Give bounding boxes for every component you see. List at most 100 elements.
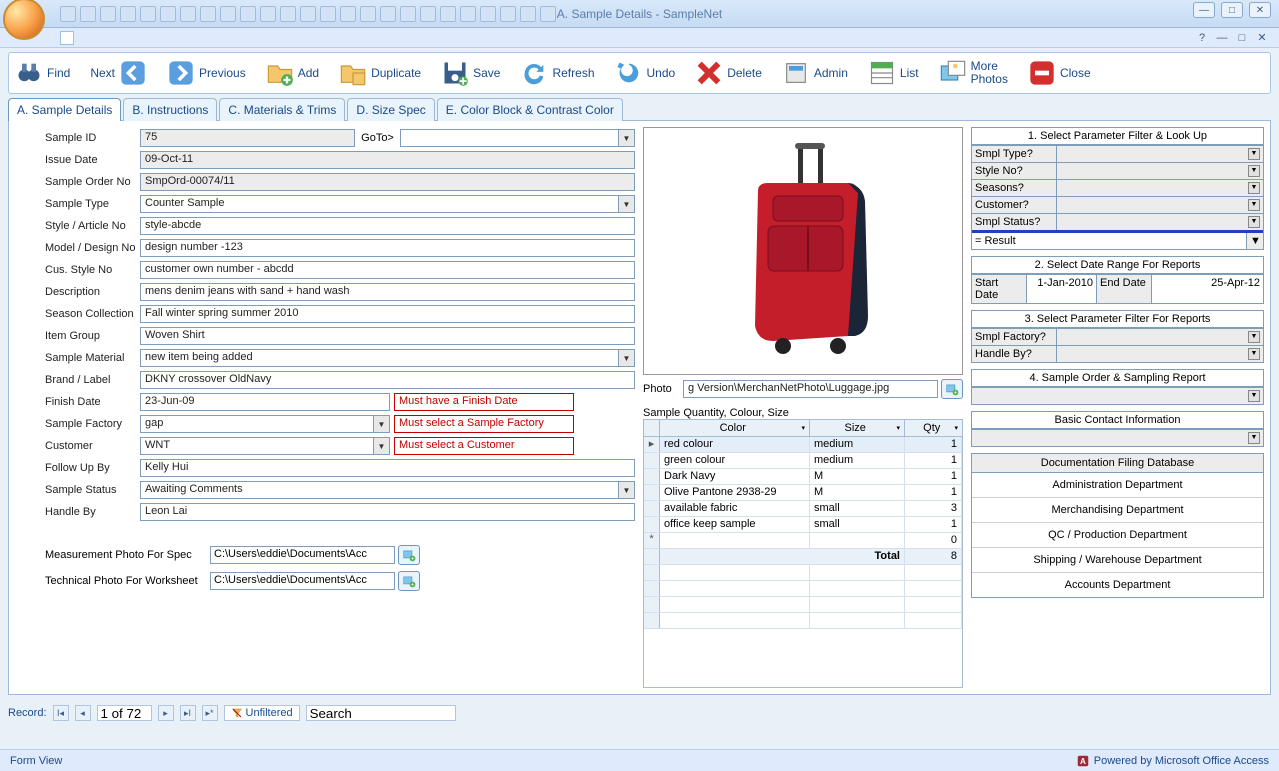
sample-material-input[interactable]: new item being added	[140, 349, 619, 367]
chevron-down-icon[interactable]: ▼	[1248, 432, 1260, 444]
undo-button[interactable]: Undo	[615, 59, 676, 87]
goto-dropdown-arrow[interactable]: ▼	[619, 129, 635, 147]
qat-icon[interactable]	[440, 6, 456, 22]
table-row-new[interactable]: *0	[644, 533, 962, 549]
qat-icon[interactable]	[180, 6, 196, 22]
customer-dropdown-arrow[interactable]: ▼	[374, 437, 390, 455]
customer-input[interactable]: WNT	[140, 437, 374, 455]
sample-order-no-input[interactable]: SmpOrd-00074/11	[140, 173, 635, 191]
qat-icon[interactable]	[120, 6, 136, 22]
item-group-input[interactable]: Woven Shirt	[140, 327, 635, 345]
result-select[interactable]: = Result	[972, 233, 1247, 249]
meas-photo-input[interactable]: C:\Users\eddie\Documents\Acc	[210, 546, 395, 564]
close-ribbon-icon[interactable]: ✕	[1255, 31, 1269, 45]
tech-photo-browse-button[interactable]	[398, 571, 420, 591]
customer-filter-select[interactable]: ▼	[1057, 197, 1263, 213]
brand-input[interactable]: DKNY crossover OldNavy	[140, 371, 635, 389]
doc-icon[interactable]	[60, 31, 74, 45]
chevron-down-icon[interactable]: ▼	[1248, 165, 1260, 177]
more-photos-button[interactable]: MorePhotos	[939, 59, 1008, 87]
qat-icon[interactable]	[500, 6, 516, 22]
model-design-input[interactable]: design number -123	[140, 239, 635, 257]
nav-last-button[interactable]: ▸I	[180, 705, 196, 721]
grid-corner[interactable]	[644, 420, 660, 436]
seasons-select[interactable]: ▼	[1057, 180, 1263, 196]
qat-icon[interactable]	[300, 6, 316, 22]
chevron-down-icon[interactable]: ▼	[1248, 199, 1260, 211]
chevron-down-icon[interactable]: ▼	[1248, 331, 1260, 343]
nav-new-button[interactable]: ▸*	[202, 705, 218, 721]
delete-button[interactable]: Delete	[695, 59, 762, 87]
qat-icon[interactable]	[260, 6, 276, 22]
qat-icon[interactable]	[140, 6, 156, 22]
table-row[interactable]: Olive Pantone 2938-29M1	[644, 485, 962, 501]
qat-icon[interactable]	[100, 6, 116, 22]
chevron-down-icon[interactable]: ▼	[1248, 216, 1260, 228]
refresh-button[interactable]: Refresh	[520, 59, 594, 87]
nav-next-button[interactable]: ▸	[158, 705, 174, 721]
qat-icon[interactable]	[360, 6, 376, 22]
finish-date-input[interactable]: 23-Jun-09	[140, 393, 390, 411]
chevron-down-icon[interactable]: ▼	[1248, 348, 1260, 360]
qat-icon[interactable]	[280, 6, 296, 22]
qat-icon[interactable]	[160, 6, 176, 22]
sample-status-input[interactable]: Awaiting Comments	[140, 481, 619, 499]
handle-by-input[interactable]: Leon Lai	[140, 503, 635, 521]
sample-type-dropdown-arrow[interactable]: ▼	[619, 195, 635, 213]
cus-style-input[interactable]: customer own number - abcdd	[140, 261, 635, 279]
search-input[interactable]	[306, 705, 456, 721]
save-button[interactable]: Save	[441, 59, 500, 87]
nav-first-button[interactable]: I◂	[53, 705, 69, 721]
doc-accounts-link[interactable]: Accounts Department	[972, 573, 1263, 597]
close-toolbar-button[interactable]: Close	[1028, 59, 1091, 87]
col-size-header[interactable]: Size▾	[810, 420, 905, 436]
table-row[interactable]: ▸red colourmedium1	[644, 437, 962, 453]
goto-input[interactable]	[400, 129, 619, 147]
qat-icon[interactable]	[380, 6, 396, 22]
maximize-button[interactable]: □	[1221, 2, 1243, 18]
handle-by-filter-select[interactable]: ▼	[1057, 346, 1263, 362]
col-color-header[interactable]: Color▾	[660, 420, 810, 436]
smpl-type-select[interactable]: ▼	[1057, 146, 1263, 162]
smpl-status-select[interactable]: ▼	[1057, 214, 1263, 230]
style-no-select[interactable]: ▼	[1057, 163, 1263, 179]
table-row[interactable]: Dark NavyM1	[644, 469, 962, 485]
sample-status-dropdown-arrow[interactable]: ▼	[619, 481, 635, 499]
qat-icon[interactable]	[320, 6, 336, 22]
qat-icon[interactable]	[480, 6, 496, 22]
qat-icon[interactable]	[240, 6, 256, 22]
sample-type-input[interactable]: Counter Sample	[140, 195, 619, 213]
min-ribbon-icon[interactable]: —	[1215, 31, 1229, 45]
tech-photo-input[interactable]: C:\Users\eddie\Documents\Acc	[210, 572, 395, 590]
qat-icon[interactable]	[80, 6, 96, 22]
admin-button[interactable]: Admin	[782, 59, 848, 87]
qat-icon[interactable]	[400, 6, 416, 22]
qat-icon[interactable]	[60, 6, 76, 22]
end-date-input[interactable]: 25-Apr-12	[1152, 275, 1263, 303]
season-input[interactable]: Fall winter spring summer 2010	[140, 305, 635, 323]
style-no-input[interactable]: style-abcde	[140, 217, 635, 235]
tab-size-spec[interactable]: D. Size Spec	[347, 98, 434, 121]
minimize-button[interactable]: —	[1193, 2, 1215, 18]
photo-browse-button[interactable]	[941, 379, 963, 399]
chevron-down-icon[interactable]: ▼	[1248, 182, 1260, 194]
result-dropdown-arrow[interactable]: ▼	[1247, 233, 1263, 249]
meas-photo-browse-button[interactable]	[398, 545, 420, 565]
filter-chip[interactable]: Unfiltered	[224, 705, 300, 721]
sample-factory-input[interactable]: gap	[140, 415, 374, 433]
contact-select[interactable]: ▼	[972, 430, 1263, 446]
start-date-input[interactable]: 1-Jan-2010	[1027, 275, 1097, 303]
smpl-factory-select[interactable]: ▼	[1057, 329, 1263, 345]
tab-color-block[interactable]: E. Color Block & Contrast Color	[437, 98, 623, 121]
table-row[interactable]: office keep samplesmall1	[644, 517, 962, 533]
add-button[interactable]: Add	[266, 59, 319, 87]
tab-materials-trims[interactable]: C. Materials & Trims	[219, 98, 345, 121]
qat-icon[interactable]	[460, 6, 476, 22]
table-row[interactable]: available fabricsmall3	[644, 501, 962, 517]
doc-shipping-link[interactable]: Shipping / Warehouse Department	[972, 548, 1263, 573]
qat-icon[interactable]	[220, 6, 236, 22]
list-button[interactable]: List	[868, 59, 919, 87]
photo-path-input[interactable]: g Version\MerchanNetPhoto\Luggage.jpg	[683, 380, 938, 398]
tab-sample-details[interactable]: A. Sample Details	[8, 98, 121, 121]
product-photo[interactable]	[643, 127, 963, 375]
